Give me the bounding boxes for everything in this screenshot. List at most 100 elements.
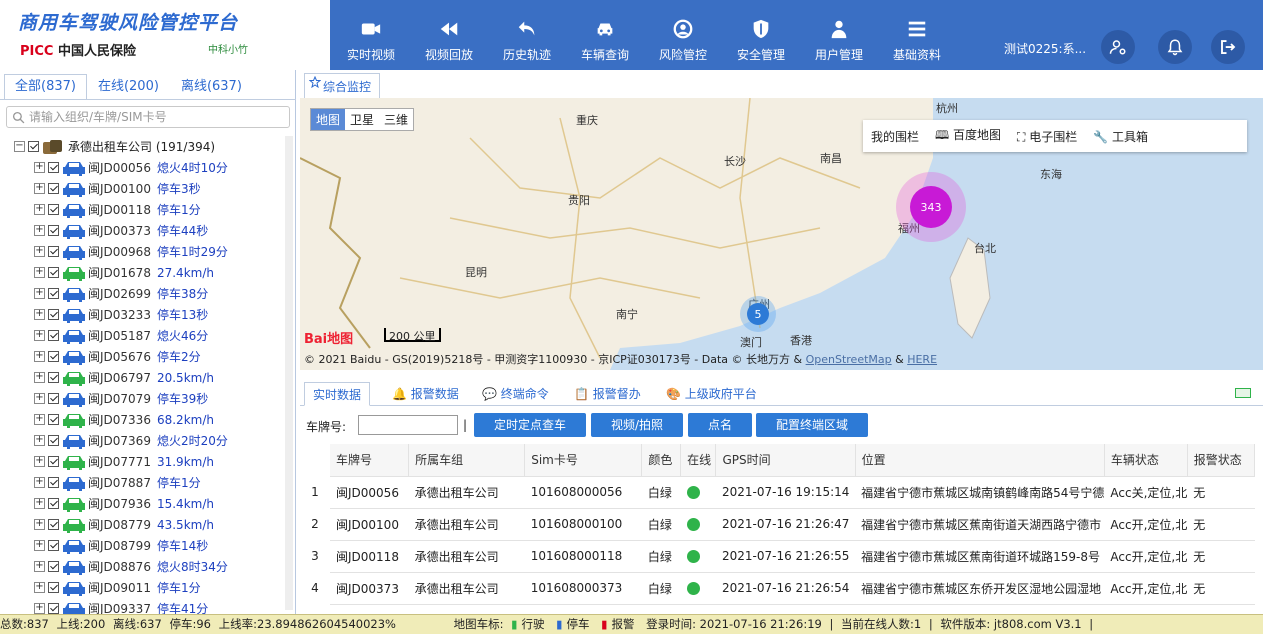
group-checkbox[interactable] — [28, 141, 39, 152]
vehicle-tree-item[interactable]: + 闽JD00100 停车3秒 — [14, 178, 280, 199]
expand-toggle[interactable]: + — [34, 456, 45, 467]
vehicle-checkbox[interactable] — [48, 246, 59, 257]
vehicle-tree-item[interactable]: + 闽JD05187 熄火46分 — [14, 325, 280, 346]
vehicle-checkbox[interactable] — [48, 330, 59, 341]
expand-toggle[interactable]: + — [34, 351, 45, 362]
vehicle-tree-item[interactable]: + 闽JD08779 43.5km/h — [14, 514, 280, 535]
expand-toggle[interactable]: + — [34, 288, 45, 299]
tab-offline[interactable]: 离线(637) — [170, 74, 253, 100]
expand-toggle[interactable]: + — [34, 519, 45, 530]
expand-toggle[interactable]: + — [34, 372, 45, 383]
vehicle-checkbox[interactable] — [48, 435, 59, 446]
vehicle-checkbox[interactable] — [48, 498, 59, 509]
vehicle-checkbox[interactable] — [48, 372, 59, 383]
current-user[interactable]: 测试0225:系... — [1004, 40, 1086, 57]
nav-basic-data[interactable]: 基础资料 — [878, 0, 956, 70]
expand-toggle[interactable]: + — [34, 414, 45, 425]
tab-terminal-command[interactable]: 💬 终端命令 — [482, 382, 549, 406]
vehicle-checkbox[interactable] — [48, 267, 59, 278]
expand-toggle[interactable]: + — [34, 309, 45, 320]
baidu-map-button[interactable]: 🕮 百度地图 — [927, 126, 1009, 147]
vehicle-tree-item[interactable]: + 闽JD07771 31.9km/h — [14, 451, 280, 472]
vehicle-tree-item[interactable]: + 闽JD07887 停车1分 — [14, 472, 280, 493]
logout-button[interactable] — [1211, 30, 1245, 64]
expand-toggle[interactable]: + — [34, 330, 45, 341]
nav-vehicle-query[interactable]: 车辆查询 — [566, 0, 644, 70]
vehicle-checkbox[interactable] — [48, 225, 59, 236]
vehicle-checkbox[interactable] — [48, 288, 59, 299]
col-sim[interactable]: Sim卡号 — [524, 444, 643, 477]
nav-user-mgmt[interactable]: 用户管理 — [800, 0, 878, 70]
col-group[interactable]: 所属车组 — [408, 444, 526, 477]
vehicle-checkbox[interactable] — [48, 204, 59, 215]
expand-toggle[interactable]: + — [34, 603, 45, 614]
vehicle-checkbox[interactable] — [48, 456, 59, 467]
vehicle-tree-item[interactable]: + 闽JD03233 停车13秒 — [14, 304, 280, 325]
map-type-satellite[interactable]: 卫星 — [345, 109, 379, 130]
vehicle-tree-item[interactable]: + 闽JD07369 熄火2时20分 — [14, 430, 280, 451]
roll-call-button[interactable]: 点名 — [688, 413, 752, 437]
vehicle-checkbox[interactable] — [48, 582, 59, 593]
plate-input[interactable] — [358, 415, 458, 435]
vehicle-tree-item[interactable]: + 闽JD09011 停车1分 — [14, 577, 280, 598]
nav-playback[interactable]: 视频回放 — [410, 0, 488, 70]
video-photo-button[interactable]: 视频/拍照 — [591, 413, 683, 437]
col-online[interactable]: 在线 — [680, 444, 717, 477]
expand-toggle[interactable]: + — [34, 267, 45, 278]
vehicle-checkbox[interactable] — [48, 414, 59, 425]
vehicle-tree-item[interactable]: + 闽JD01678 27.4km/h — [14, 262, 280, 283]
table-row[interactable]: 闽JD00373 承德出租车公司 101608000373 白绿 2021-07-16 … — [330, 572, 1255, 605]
vehicle-tree-item[interactable]: + 闽JD00056 熄火4时10分 — [14, 157, 280, 178]
col-gps-time[interactable]: GPS时间 — [715, 444, 856, 477]
nav-safety[interactable]: 安全管理 — [722, 0, 800, 70]
vehicle-tree-item[interactable]: + 闽JD05676 停车2分 — [14, 346, 280, 367]
vehicle-tree-item[interactable]: + 闽JD08799 停车14秒 — [14, 535, 280, 556]
toolbox-button[interactable]: 🔧 工具箱 — [1085, 128, 1156, 145]
expand-toggle[interactable]: + — [34, 246, 45, 257]
user-settings-button[interactable] — [1101, 30, 1135, 64]
vehicle-tree-item[interactable]: + 闽JD07079 停车39秒 — [14, 388, 280, 409]
notification-button[interactable] — [1158, 30, 1192, 64]
nav-live-video[interactable]: 实时视频 — [332, 0, 410, 70]
tab-gov-platform[interactable]: 🎨 上级政府平台 — [666, 382, 757, 406]
vehicle-checkbox[interactable] — [48, 183, 59, 194]
vehicle-tree-item[interactable]: + 闽JD00118 停车1分 — [14, 199, 280, 220]
col-color[interactable]: 颜色 — [641, 444, 682, 477]
vehicle-cluster-small[interactable]: 5 — [747, 303, 769, 325]
table-row[interactable]: 闽JD00056 承德出租车公司 101608000056 白绿 2021-07-16 … — [330, 476, 1255, 509]
tab-all[interactable]: 全部(837) — [4, 74, 87, 100]
expand-toggle[interactable]: + — [34, 561, 45, 572]
vehicle-tree-item[interactable]: + 闽JD00968 停车1时29分 — [14, 241, 280, 262]
configure-area-button[interactable]: 配置终端区域 — [756, 413, 868, 437]
table-row[interactable]: 闽JD00118 承德出租车公司 101608000118 白绿 2021-07-16 … — [330, 540, 1255, 573]
nav-risk-control[interactable]: 风险管控 — [644, 0, 722, 70]
search-input[interactable]: 请输入组织/车牌/SIM卡号 — [6, 106, 290, 128]
tab-alarm-supervise[interactable]: 📋 报警督办 — [574, 382, 641, 406]
map-type-map[interactable]: 地图 — [311, 109, 346, 130]
expand-toggle[interactable]: + — [34, 204, 45, 215]
vehicle-tree-item[interactable]: + 闽JD07336 68.2km/h — [14, 409, 280, 430]
vehicle-tree-item[interactable]: + 闽JD06797 20.5km/h — [14, 367, 280, 388]
vehicle-tree-item[interactable]: + 闽JD07936 15.4km/h — [14, 493, 280, 514]
vehicle-tree-item[interactable]: + 闽JD00373 停车44秒 — [14, 220, 280, 241]
table-row[interactable]: 闽JD00100 承德出租车公司 101608000100 白绿 2021-07-16 … — [330, 508, 1255, 541]
vehicle-checkbox[interactable] — [48, 477, 59, 488]
expand-toggle[interactable]: + — [34, 162, 45, 173]
vehicle-checkbox[interactable] — [48, 393, 59, 404]
expand-toggle[interactable]: + — [34, 393, 45, 404]
map-type-3d[interactable]: 三维 — [379, 109, 413, 130]
vehicle-checkbox[interactable] — [48, 162, 59, 173]
here-link[interactable]: HERE — [907, 353, 937, 366]
expand-toggle[interactable]: + — [34, 540, 45, 551]
tab-alarm-data[interactable]: 🔔 报警数据 — [392, 382, 459, 406]
tab-realtime-data[interactable]: 实时数据 — [304, 382, 371, 406]
expand-toggle[interactable]: + — [34, 183, 45, 194]
vehicle-tree-item[interactable]: + 闽JD08876 熄火8时34分 — [14, 556, 280, 577]
osm-link[interactable]: OpenStreetMap — [806, 353, 892, 366]
vehicle-tree-item[interactable]: + 闽JD02699 停车38分 — [14, 283, 280, 304]
expand-toggle[interactable]: + — [34, 477, 45, 488]
expand-toggle[interactable]: + — [34, 435, 45, 446]
col-location[interactable]: 位置 — [855, 444, 1105, 477]
vehicle-checkbox[interactable] — [48, 519, 59, 530]
panel-toggle-button[interactable] — [1235, 388, 1251, 398]
